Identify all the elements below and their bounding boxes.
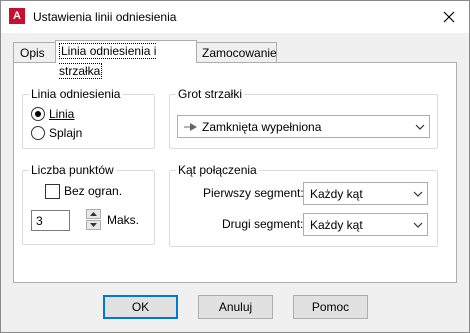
closed-filled-arrow-icon [184,122,197,131]
chevron-down-icon [90,223,97,227]
dialog-window: A Ustawienia linii odniesienia Opis Lini… [0,0,470,333]
arrowhead-group-title: Grot strzałki [176,87,245,101]
leader-type-group-title: Linia odniesienia [29,87,123,101]
cancel-button-label: Anuluj [218,300,253,314]
tab-panel: Linia odniesienia Linia Splajn Grot strz… [13,62,457,283]
help-button-label: Pomoc [311,300,350,314]
second-segment-value: Każdy kąt [310,217,363,232]
help-button[interactable]: Pomoc [293,295,368,319]
spin-up-button[interactable] [86,209,101,219]
points-count-group: Liczba punktów Bez ogran. 3 Maks. [22,163,155,245]
tab-zamocowanie[interactable]: Zamocowanie [195,42,277,63]
arrowhead-dropdown-value: Zamknięta wypełniona [202,119,322,134]
chevron-down-icon [409,191,427,197]
ok-button[interactable]: OK [103,295,178,319]
radio-splajn[interactable]: Splajn [31,126,82,140]
radio-selected-dot [35,111,41,117]
constraint-angle-group: Kąt połączenia Pierwszy segment: Każdy k… [169,163,438,247]
radio-linia-circle [31,107,45,121]
no-limit-checkbox[interactable] [45,184,60,199]
arrowhead-dropdown[interactable]: Zamknięta wypełniona [177,115,430,138]
first-segment-value: Każdy kąt [310,186,363,201]
tab-opis[interactable]: Opis [13,42,57,63]
second-segment-label: Drugi segment: [222,217,304,231]
max-points-spinner [86,209,101,230]
arrowhead-group: Grot strzałki Zamknięta wypełniona [169,87,438,149]
tab-zamocowanie-label: Zamocowanie [202,46,277,60]
max-points-input[interactable]: 3 [31,210,70,231]
chevron-down-icon [411,124,429,130]
title-bar: A Ustawienia linii odniesienia [1,1,469,33]
tab-leader-and-arrow[interactable]: Linia odniesienia i strzałka [55,40,197,79]
tab-opis-label: Opis [20,46,45,60]
chevron-up-icon [90,212,97,216]
constraint-angle-group-title: Kąt połączenia [176,163,259,177]
no-limit-label: Bez ogran. [64,184,123,198]
ok-button-label: OK [131,300,150,314]
radio-linia-label: Linia [49,107,75,121]
first-segment-dropdown[interactable]: Każdy kąt [303,182,428,205]
radio-linia[interactable]: Linia [31,107,74,121]
leader-type-group: Linia odniesienia Linia Splajn [22,87,155,149]
points-count-group-title: Liczba punktów [29,163,116,177]
cancel-button[interactable]: Anuluj [198,295,273,319]
max-points-value: 3 [36,214,43,228]
second-segment-dropdown[interactable]: Każdy kąt [303,213,428,236]
first-segment-label: Pierwszy segment: [203,186,304,200]
radio-splajn-circle [31,126,45,140]
autocad-app-icon: A [9,8,25,24]
chevron-down-icon [409,222,427,228]
spin-down-button[interactable] [86,220,101,230]
close-button[interactable] [435,5,463,29]
radio-splajn-label: Splajn [49,126,83,140]
max-points-label: Maks. [107,213,140,227]
dialog-title: Ustawienia linii odniesienia [33,10,177,24]
close-icon [443,11,455,23]
